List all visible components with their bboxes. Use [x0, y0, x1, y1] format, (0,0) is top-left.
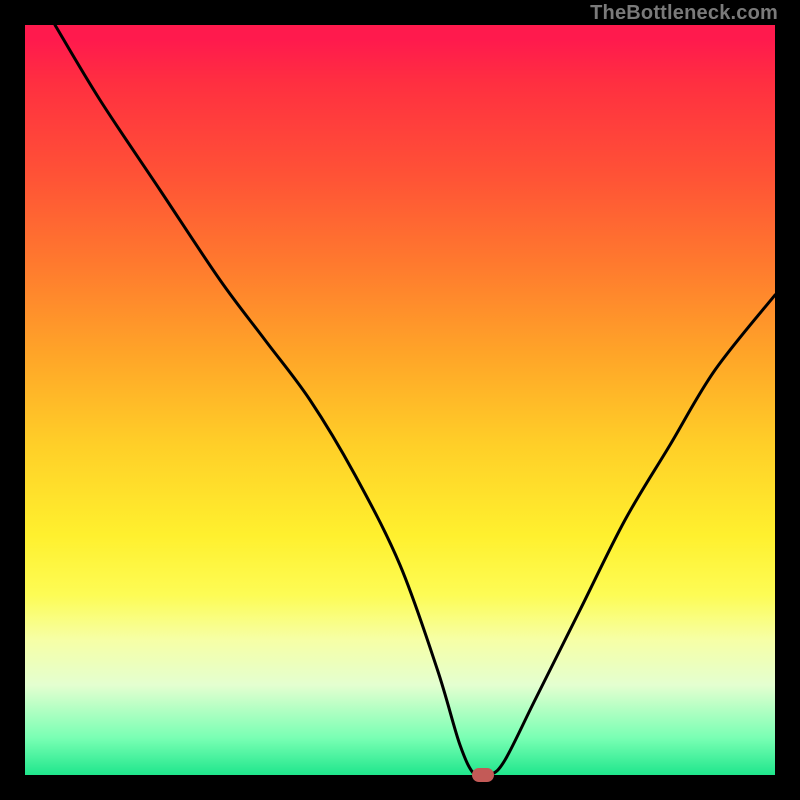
chart-container: TheBottleneck.com [0, 0, 800, 800]
bottleneck-curve [25, 25, 775, 775]
optimal-point-marker [472, 768, 494, 782]
attribution-label: TheBottleneck.com [590, 2, 778, 25]
plot-area [25, 25, 775, 775]
